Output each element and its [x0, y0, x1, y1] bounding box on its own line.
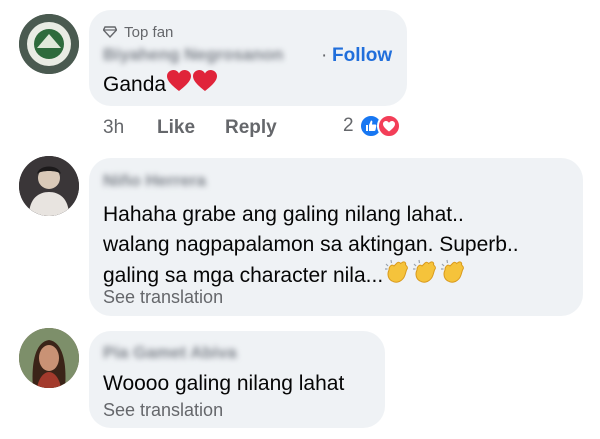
comment-author[interactable]: Niño Herrera: [103, 171, 206, 191]
comment-text: Woooo galing nilang lahat: [103, 372, 345, 395]
avatar[interactable]: [19, 156, 79, 216]
like-button[interactable]: Like: [157, 117, 195, 139]
diamond-icon: [102, 26, 118, 39]
badge-label: Top fan: [124, 24, 174, 41]
heart-icon: [166, 69, 192, 102]
love-icon: [377, 114, 402, 138]
avatar[interactable]: [19, 14, 79, 74]
clapping-hands-icon: [439, 258, 467, 295]
clapping-hands-icon: [383, 258, 411, 295]
comment-text-content: Ganda: [103, 73, 167, 97]
follow-button[interactable]: Follow: [332, 45, 392, 67]
see-translation-link[interactable]: See translation: [103, 287, 223, 308]
comment-line: Hahaha grabe ang galing nilang lahat..: [103, 203, 464, 226]
see-translation-link[interactable]: See translation: [103, 400, 223, 421]
timestamp[interactable]: 3h: [103, 117, 124, 139]
reply-button[interactable]: Reply: [225, 117, 277, 139]
comment-line: walang nagpapalamon sa aktingan. Superb.…: [103, 233, 519, 256]
page-logo-icon: [19, 14, 79, 74]
clapping-hands-icon: [411, 258, 439, 295]
reaction-count: 2: [343, 115, 354, 136]
comment-text: Ganda: [103, 69, 218, 102]
comment-author[interactable]: Biyaheng Negrosanon: [103, 45, 283, 65]
follow-separator: ·: [321, 45, 328, 66]
top-fan-badge: Top fan: [102, 24, 174, 41]
avatar[interactable]: [19, 328, 79, 388]
heart-icon: [192, 69, 218, 102]
profile-photo-icon: [19, 156, 79, 216]
profile-photo-icon: [19, 328, 79, 388]
reaction-summary[interactable]: 2: [343, 114, 402, 140]
comment-author[interactable]: Pia Gamet Abiva: [103, 343, 237, 363]
comment-line: galing sa mga character nila...: [103, 264, 384, 288]
